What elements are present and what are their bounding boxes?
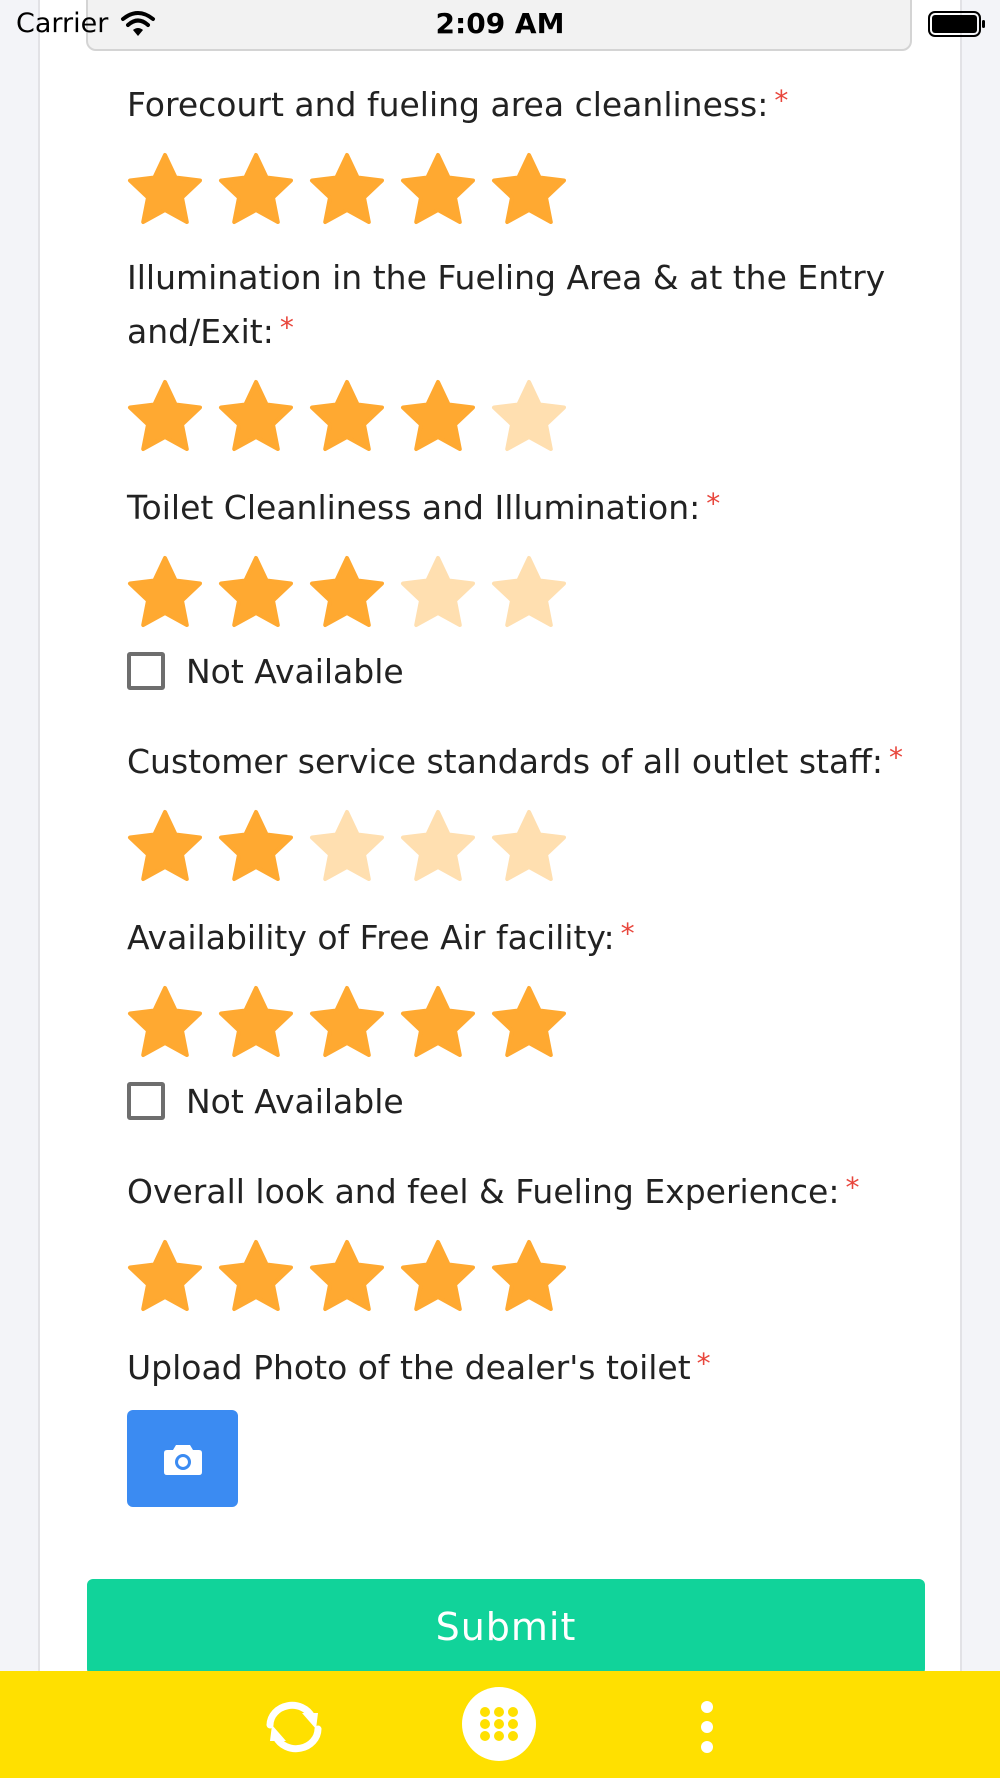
not-available-free-air[interactable]: Not Available (127, 1081, 404, 1121)
question-free-air-label: Availability of Free Air facility: * (127, 917, 635, 957)
question-overall-label: Overall look and feel & Fueling Experien… (127, 1171, 860, 1211)
star-filled-icon[interactable] (307, 983, 387, 1063)
star-filled-icon[interactable] (489, 983, 569, 1063)
star-empty-icon[interactable] (489, 807, 569, 887)
not-available-free-air-label: Not Available (186, 1081, 404, 1121)
star-filled-icon[interactable] (216, 377, 296, 457)
not-available-toilet-checkbox[interactable] (127, 652, 165, 690)
star-filled-icon[interactable] (125, 553, 205, 633)
star-filled-icon[interactable] (307, 553, 387, 633)
rating-overall[interactable] (125, 1237, 580, 1317)
question-illumination-label: Illumination in the Fueling Area & at th… (127, 258, 886, 351)
star-filled-icon[interactable] (216, 1237, 296, 1317)
refresh-icon[interactable] (258, 1699, 330, 1755)
rating-illumination[interactable] (125, 377, 580, 457)
star-empty-icon[interactable] (398, 553, 478, 633)
star-filled-icon[interactable] (398, 1237, 478, 1317)
not-available-free-air-checkbox[interactable] (127, 1082, 165, 1120)
battery-icon (928, 11, 985, 37)
star-filled-icon[interactable] (489, 150, 569, 230)
question-forecourt-label: Forecourt and fueling area cleanliness: * (127, 84, 789, 124)
star-filled-icon[interactable] (125, 807, 205, 887)
star-filled-icon[interactable] (398, 377, 478, 457)
star-filled-icon[interactable] (125, 983, 205, 1063)
question-toilet-label: Toilet Cleanliness and Illumination: * (127, 487, 721, 527)
status-bar: Carrier 2:09 AM (0, 0, 1000, 50)
star-filled-icon[interactable] (216, 553, 296, 633)
star-empty-icon[interactable] (489, 553, 569, 633)
form-card: Forecourt and fueling area cleanliness: *… (38, 0, 962, 1700)
star-filled-icon[interactable] (489, 1237, 569, 1317)
star-filled-icon[interactable] (125, 1237, 205, 1317)
more-vertical-icon[interactable] (694, 1699, 720, 1755)
rating-forecourt[interactable] (125, 150, 580, 230)
rating-customer-service[interactable] (125, 807, 580, 887)
not-available-toilet[interactable]: Not Available (127, 651, 404, 691)
star-filled-icon[interactable] (398, 983, 478, 1063)
rating-free-air[interactable] (125, 983, 580, 1063)
submit-button[interactable]: Submit (87, 1579, 925, 1675)
star-filled-icon[interactable] (216, 150, 296, 230)
star-empty-icon[interactable] (489, 377, 569, 457)
bottom-nav-bar (0, 1671, 1000, 1778)
star-filled-icon[interactable] (125, 377, 205, 457)
star-filled-icon[interactable] (216, 807, 296, 887)
grid-menu-icon[interactable] (462, 1687, 536, 1761)
star-filled-icon[interactable] (307, 1237, 387, 1317)
star-empty-icon[interactable] (307, 807, 387, 887)
question-customer-service-label: Customer service standards of all outlet… (127, 741, 904, 781)
upload-photo-button[interactable] (127, 1410, 238, 1507)
upload-photo-label: Upload Photo of the dealer's toilet * (127, 1347, 711, 1387)
star-filled-icon[interactable] (307, 150, 387, 230)
clock: 2:09 AM (435, 7, 565, 40)
not-available-toilet-label: Not Available (186, 651, 404, 691)
rating-toilet[interactable] (125, 553, 580, 633)
camera-icon (163, 1444, 202, 1475)
star-filled-icon[interactable] (307, 377, 387, 457)
star-empty-icon[interactable] (398, 807, 478, 887)
star-filled-icon[interactable] (216, 983, 296, 1063)
star-filled-icon[interactable] (398, 150, 478, 230)
star-filled-icon[interactable] (125, 150, 205, 230)
